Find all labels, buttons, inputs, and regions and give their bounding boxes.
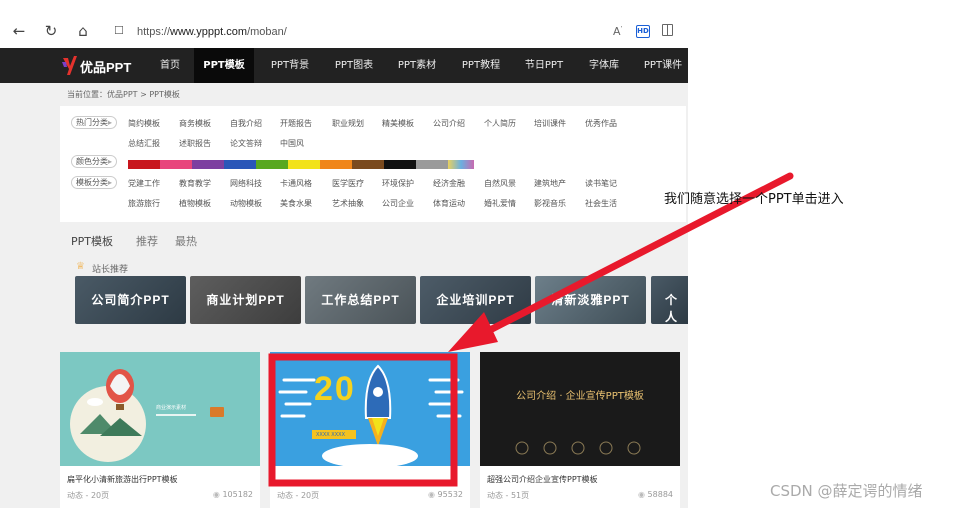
annotation-arrow-head [448,312,498,352]
highlight-box [268,353,458,487]
annotation-overlay [268,172,794,487]
annotation-text: 我们随意选择一个PPT单击进入 [664,192,844,207]
watermark: CSDN @薛定谔的情绪 [770,482,923,500]
